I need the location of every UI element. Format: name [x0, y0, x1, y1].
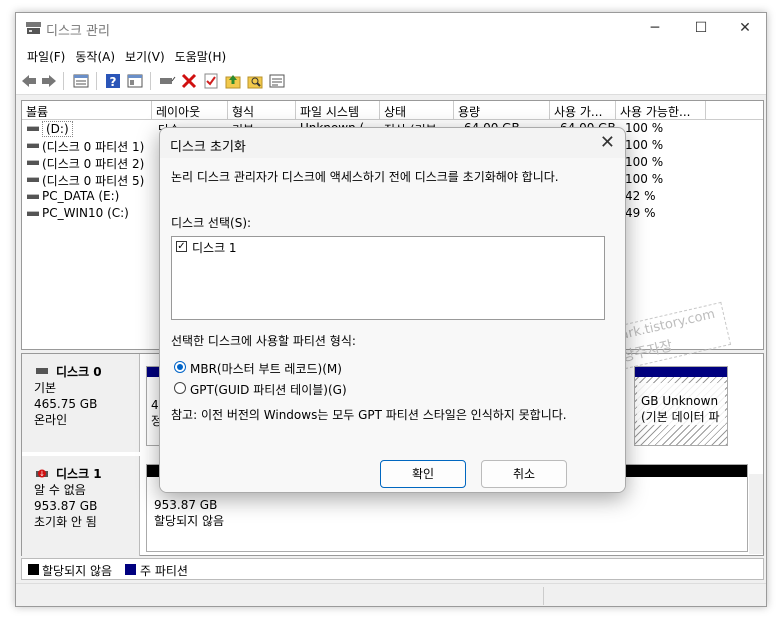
column-header-volume[interactable]: 볼륨 [22, 101, 152, 119]
volume-free-percent: 100 % [625, 172, 664, 186]
menu-bar: 파일(F) 동작(A) 보기(V) 도움말(H) [16, 45, 766, 67]
disk-1-checkbox[interactable]: ✓ [176, 241, 187, 252]
legend-swatch-unallocated [28, 564, 39, 575]
close-button[interactable]: ✕ [722, 13, 766, 43]
disk-1-item-label[interactable]: 디스크 1 [192, 239, 237, 256]
gpt-option-label[interactable]: GPT(GUID 파티션 테이블)(G) [190, 381, 347, 398]
column-header-capacity[interactable]: 용량 [454, 101, 550, 119]
column-header-free-percent[interactable]: 사용 가능한... [616, 101, 706, 119]
toolbar: ? [16, 67, 766, 95]
volume-name: PC_DATA (E:) [42, 189, 120, 203]
column-header-free-space[interactable]: 사용 가... [550, 101, 616, 119]
volume-free-percent: 100 % [625, 121, 664, 135]
column-header-status[interactable]: 상태 [380, 101, 454, 119]
volume-list-icon[interactable] [72, 72, 90, 90]
window-title: 디스크 관리 [46, 24, 110, 39]
disk-size: 953.87 GB [34, 499, 98, 513]
toolbar-separator [63, 72, 64, 90]
back-arrow-icon[interactable] [20, 72, 38, 90]
partition-block[interactable]: GB Unknown (기본 데이터 파 [634, 366, 728, 446]
menu-help[interactable]: 도움말(H) [170, 45, 232, 67]
volume-free-percent: 49 % [625, 206, 656, 220]
legend: 할당되지 않음 주 파티션 [21, 558, 764, 580]
disk-unknown-icon: ↓ [36, 469, 48, 478]
dialog-description: 논리 디스크 관리자가 디스크에 액세스하기 전에 디스크를 초기화해야 합니다… [171, 170, 559, 184]
disk-icon [36, 368, 48, 374]
column-header-layout[interactable]: 레이아웃 [152, 101, 228, 119]
menu-file[interactable]: 파일(F) [22, 45, 70, 67]
menu-view[interactable]: 보기(V) [120, 45, 170, 67]
disk-type: 알 수 없음 [34, 483, 86, 497]
disk-size: 465.75 GB [34, 397, 98, 411]
drive-icon [27, 126, 39, 131]
legend-swatch-primary [125, 564, 136, 575]
cancel-button[interactable]: 취소 [481, 460, 567, 488]
partition-size: GB Unknown [641, 394, 719, 408]
partition-size: 953.87 GB [154, 498, 218, 512]
title-bar: 디스크 관리 ─ ☐ ✕ [16, 13, 766, 45]
drive-icon [27, 160, 39, 165]
status-bar [16, 583, 766, 606]
disk-type: 기본 [34, 381, 57, 395]
legend-label-unallocated: 할당되지 않음 [42, 564, 113, 578]
column-header-filesystem[interactable]: 파일 시스템 [296, 101, 380, 119]
dialog-close-button[interactable]: ✕ [600, 132, 615, 153]
vertical-scrollbar[interactable] [749, 474, 763, 554]
disk-name: 디스크 0 [56, 365, 102, 379]
disk-select-label: 디스크 선택(S): [171, 216, 252, 230]
mbr-radio[interactable] [174, 361, 186, 373]
disk-0-label[interactable]: 디스크 0 기본 465.75 GB 온라인 [22, 354, 140, 452]
volume-free-percent: 100 % [625, 155, 664, 169]
mbr-option-label[interactable]: MBR(마스터 부트 레코드)(M) [190, 360, 342, 377]
partition-status: (기본 데이터 파 [641, 410, 720, 424]
drive-icon [27, 177, 39, 182]
dialog-body: 논리 디스크 관리자가 디스크에 액세스하기 전에 디스크를 초기화해야 합니다… [160, 158, 625, 492]
up-folder-icon[interactable] [224, 72, 242, 90]
check-icon[interactable] [202, 72, 220, 90]
status-divider [543, 587, 544, 605]
dialog-title: 디스크 초기화 [170, 140, 246, 155]
toolbar-separator [150, 72, 151, 90]
svg-text:↓: ↓ [39, 470, 45, 478]
ok-button[interactable]: 확인 [380, 460, 466, 488]
svg-text:?: ? [110, 75, 117, 89]
partition-status: 할당되지 않음 [154, 514, 225, 528]
disk-state: 온라인 [34, 413, 68, 427]
menu-action[interactable]: 동작(A) [70, 45, 120, 67]
volume-name: (디스크 0 파티션 1) [42, 140, 145, 154]
drive-icon [27, 143, 39, 148]
volume-list-header: 볼륨 레이아웃 형식 파일 시스템 상태 용량 사용 가... 사용 가능한..… [22, 101, 763, 120]
volume-free-percent: 100 % [625, 138, 664, 152]
properties-icon[interactable] [126, 72, 144, 90]
minimize-button[interactable]: ─ [632, 13, 678, 43]
compatibility-note: 참고: 이전 버전의 Windows는 모두 GPT 파티션 스타일은 인식하지… [171, 408, 567, 422]
disk-name: 디스크 1 [56, 467, 102, 481]
disk-management-app-icon [26, 22, 41, 34]
legend-label-primary: 주 파티션 [140, 564, 188, 578]
column-header-type[interactable]: 형식 [228, 101, 296, 119]
gpt-radio[interactable] [174, 382, 186, 394]
volume-name: PC_WIN10 (C:) [42, 206, 129, 220]
volume-name: (디스크 0 파티션 5) [42, 174, 145, 188]
drive-icon [27, 194, 39, 199]
volume-name: (D:) [42, 121, 73, 137]
disk-select-list[interactable]: ✓ 디스크 1 [171, 236, 605, 320]
initialize-disk-dialog: 디스크 초기화 ✕ 논리 디스크 관리자가 디스크에 액세스하기 전에 디스크를… [159, 127, 626, 493]
partition-style-label: 선택한 디스크에 사용할 파티션 형식: [171, 334, 356, 348]
forward-arrow-icon[interactable] [40, 72, 58, 90]
disk-state: 초기화 안 됨 [34, 515, 97, 529]
disk-1-label[interactable]: ↓ 디스크 1 알 수 없음 953.87 GB 초기화 안 됨 [22, 456, 140, 556]
maximize-button[interactable]: ☐ [678, 13, 724, 43]
toolbar-separator [96, 72, 97, 90]
connect-icon[interactable] [158, 72, 176, 90]
search-folder-icon[interactable] [246, 72, 264, 90]
help-icon[interactable]: ? [104, 72, 122, 90]
volume-name: (디스크 0 파티션 2) [42, 157, 145, 171]
list-view-icon[interactable] [268, 72, 286, 90]
drive-icon [27, 211, 39, 216]
delete-icon[interactable] [180, 72, 198, 90]
volume-free-percent: 42 % [625, 189, 656, 203]
